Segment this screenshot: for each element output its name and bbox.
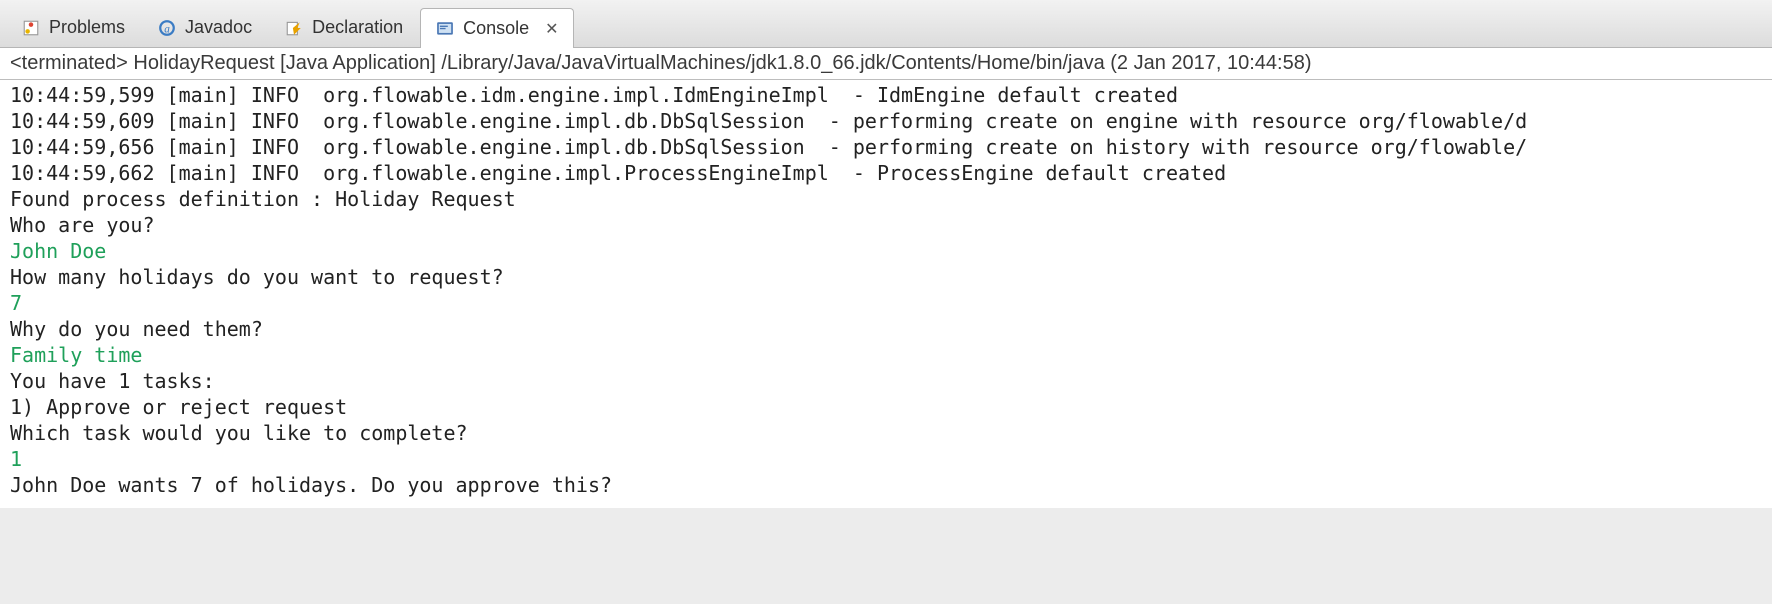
console-output-line: How many holidays do you want to request… (10, 264, 1762, 290)
declaration-icon (284, 18, 304, 38)
console-output-line: John Doe wants 7 of holidays. Do you app… (10, 472, 1762, 498)
console-output-line: 10:44:59,609 [main] INFO org.flowable.en… (10, 108, 1762, 134)
svg-text:a: a (164, 23, 170, 35)
console-output-line: 10:44:59,662 [main] INFO org.flowable.en… (10, 160, 1762, 186)
console-output-line: Which task would you like to complete? (10, 420, 1762, 446)
tab-console[interactable]: Console ✕ (420, 8, 573, 48)
console-input-line: 1 (10, 446, 1762, 472)
tab-label: Console (463, 18, 529, 39)
console-icon (435, 19, 455, 39)
console-input-line: John Doe (10, 238, 1762, 264)
tab-javadoc[interactable]: a Javadoc (142, 7, 267, 47)
console-input-line: Family time (10, 342, 1762, 368)
tab-label: Javadoc (185, 17, 252, 38)
tab-label: Declaration (312, 17, 403, 38)
console-output-line: 10:44:59,599 [main] INFO org.flowable.id… (10, 82, 1762, 108)
problems-icon (21, 18, 41, 38)
console-output-line: 1) Approve or reject request (10, 394, 1762, 420)
console-status: <terminated> HolidayRequest [Java Applic… (0, 48, 1772, 80)
tab-label: Problems (49, 17, 125, 38)
javadoc-icon: a (157, 18, 177, 38)
view-tab-bar: Problems a Javadoc Declaration (0, 0, 1772, 48)
console-output-line: You have 1 tasks: (10, 368, 1762, 394)
tab-declaration[interactable]: Declaration (269, 7, 418, 47)
console-output-line: Found process definition : Holiday Reque… (10, 186, 1762, 212)
tab-problems[interactable]: Problems (6, 7, 140, 47)
close-icon[interactable]: ✕ (545, 19, 558, 39)
console-output-line: 10:44:59,656 [main] INFO org.flowable.en… (10, 134, 1762, 160)
console-input-line: 7 (10, 290, 1762, 316)
console-output[interactable]: 10:44:59,599 [main] INFO org.flowable.id… (0, 80, 1772, 508)
console-output-line: Who are you? (10, 212, 1762, 238)
console-output-line: Why do you need them? (10, 316, 1762, 342)
